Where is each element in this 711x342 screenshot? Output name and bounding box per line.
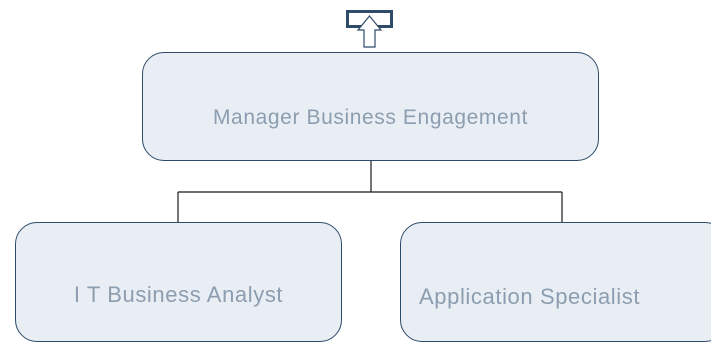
node-label: I T Business Analyst	[73, 282, 284, 307]
node-application-specialist[interactable]: Application Specialist	[400, 222, 711, 342]
node-it-business-analyst[interactable]: I T Business Analyst	[15, 222, 342, 342]
node-manager-business-engagement[interactable]: Manager Business Engagement	[142, 52, 599, 161]
node-label: Manager Business Engagement	[212, 106, 529, 129]
up-arrow-icon[interactable]	[346, 10, 393, 48]
connector-lines	[177, 161, 563, 222]
node-label: Application Specialist	[419, 284, 641, 309]
